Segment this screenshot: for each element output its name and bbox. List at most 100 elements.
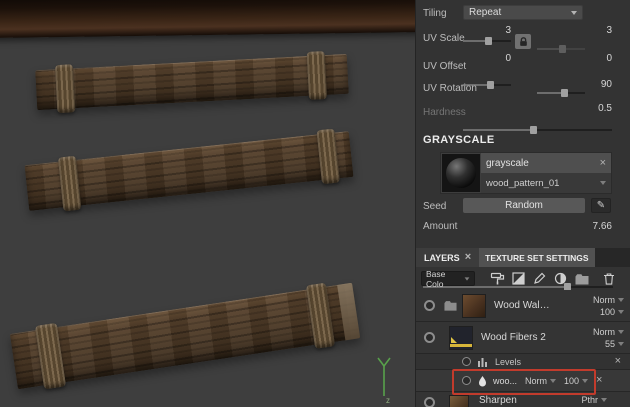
tab-texture-set-label: TEXTURE SET SETTINGS [485, 253, 588, 263]
opacity-dropdown[interactable]: 55 [605, 339, 624, 349]
blend-mode-dropdown[interactable]: Pthr [581, 395, 607, 405]
pencil-icon: ✎ [597, 200, 605, 211]
blend-mode-value: Norm [593, 295, 615, 305]
layer-row-sharpen[interactable]: Sharpen Pthr [416, 392, 630, 407]
uv-offset-y-value[interactable]: 0 [584, 53, 612, 64]
opacity-dropdown[interactable]: 100 [564, 376, 588, 386]
grayscale-resource-box: grayscale × wood_pattern_01 [440, 152, 612, 194]
blend-mode-dropdown[interactable]: Norm [593, 295, 624, 305]
rope-wrap [307, 51, 327, 100]
folder-icon [443, 299, 458, 312]
add-fill-layer-button[interactable] [510, 270, 527, 287]
amount-label: Amount [423, 221, 457, 232]
add-mask-button[interactable] [552, 270, 569, 287]
grayscale-slot-label: grayscale [486, 158, 529, 169]
lock-icon [518, 36, 529, 47]
amount-value[interactable]: 7.66 [566, 221, 612, 232]
chevron-down-icon [601, 398, 607, 402]
dock-tab-bar: LAYERS × TEXTURE SET SETTINGS [416, 248, 630, 267]
effect-row-woo[interactable]: woo... Norm 100 × [416, 370, 630, 392]
chevron-down-icon [618, 310, 624, 314]
opacity-value: 100 [600, 307, 615, 317]
add-group-button[interactable] [573, 270, 590, 287]
delete-layer-button[interactable] [600, 270, 617, 287]
hardness-label: Hardness [423, 107, 466, 118]
visibility-toggle[interactable] [424, 332, 435, 343]
hardness-value: 0.5 [566, 103, 612, 114]
fill-layer-icon [511, 271, 526, 286]
properties-panel: Tiling Repeat UV Scale 3 3 UV Offset 0 0… [415, 0, 630, 407]
axis-z-label: z [386, 396, 390, 404]
tab-texture-set-settings[interactable]: TEXTURE SET SETTINGS [479, 248, 594, 267]
grayscale-resource-row[interactable]: wood_pattern_01 [481, 173, 611, 193]
uv-scale-label: UV Scale [423, 33, 465, 44]
layer-name: Wood Walnut [494, 300, 552, 311]
uv-rotation-slider[interactable] [463, 126, 612, 134]
uv-scale-x-value[interactable]: 3 [463, 25, 511, 36]
blend-mode-dropdown[interactable]: Norm [593, 327, 624, 337]
uv-rotation-value[interactable]: 90 [566, 79, 612, 90]
visibility-toggle[interactable] [424, 397, 435, 407]
uv-rotation-label: UV Rotation [423, 83, 477, 94]
layers-toolbar: Base Colo [416, 267, 630, 290]
layers-list: Wood Walnut Norm 100 Wood Fibers 2 Norm [416, 290, 630, 407]
layer-name: Sharpen [479, 395, 517, 406]
layer-thumbnail[interactable] [462, 294, 486, 318]
channel-dropdown[interactable]: Base Colo [421, 271, 475, 286]
seed-random-button[interactable]: Random [463, 198, 585, 213]
close-icon[interactable]: × [596, 375, 602, 386]
layer-row-wood-fibers-2[interactable]: Wood Fibers 2 Norm 55 [416, 322, 630, 354]
blend-mode-dropdown[interactable]: Norm [525, 376, 556, 386]
chevron-down-icon [571, 11, 577, 15]
chevron-down-icon [618, 298, 624, 302]
chevron-down-icon [618, 330, 624, 334]
axis-gizmo[interactable]: z [364, 350, 404, 404]
chevron-down-icon [550, 379, 556, 383]
uv-scale-y-value: 3 [584, 25, 612, 36]
uv-scale-lock-button[interactable] [515, 34, 531, 49]
opacity-dropdown[interactable]: 100 [600, 307, 624, 317]
material-sphere-preview [446, 158, 476, 188]
paint-drop-icon [477, 375, 488, 387]
ceiling-wood-beam [0, 0, 415, 38]
uv-offset-x-value[interactable]: 0 [463, 53, 511, 64]
seed-edit-button[interactable]: ✎ [591, 198, 611, 213]
grayscale-thumbnail[interactable] [442, 154, 480, 192]
rope-wrap [55, 64, 75, 113]
layer-name: Wood Fibers 2 [481, 332, 546, 343]
add-effect-button[interactable] [531, 270, 548, 287]
layer-thumbnail[interactable] [449, 326, 473, 350]
blend-mode-value: Norm [593, 327, 615, 337]
seed-label: Seed [423, 201, 446, 212]
layer-row-wood-walnut[interactable]: Wood Walnut Norm 100 [416, 290, 630, 322]
wood-plank-2 [24, 131, 353, 211]
blend-mode-value: Pthr [581, 395, 598, 405]
uv-offset-y-slider[interactable] [537, 89, 585, 97]
paint-roller-icon [490, 271, 505, 286]
tiling-dropdown[interactable]: Repeat [463, 5, 583, 20]
close-icon[interactable]: × [465, 252, 471, 263]
plank-wood-surface [35, 54, 349, 110]
wood-plank-3 [10, 283, 360, 390]
uv-scale-y-slider [537, 45, 585, 53]
levels-histogram-icon [477, 357, 489, 367]
wood-plank-1 [35, 54, 349, 110]
tab-layers-label: LAYERS [424, 253, 460, 263]
chevron-down-icon [465, 277, 470, 280]
visibility-toggle[interactable] [462, 357, 471, 366]
visibility-toggle[interactable] [424, 300, 435, 311]
viewport-3d[interactable]: z [0, 0, 415, 407]
opacity-value: 55 [605, 339, 615, 349]
close-icon[interactable]: × [615, 356, 621, 367]
uv-offset-label: UV Offset [423, 61, 466, 72]
grayscale-slot-row[interactable]: grayscale × [481, 153, 611, 173]
add-paint-layer-button[interactable] [489, 270, 506, 287]
trash-icon [602, 272, 616, 286]
close-icon[interactable]: × [600, 158, 606, 169]
visibility-toggle[interactable] [462, 376, 471, 385]
effect-row-levels[interactable]: Levels × [416, 354, 630, 370]
layer-thumbnail[interactable] [449, 395, 469, 407]
uv-scale-x-slider[interactable] [463, 37, 511, 45]
folder-icon [574, 272, 590, 286]
tab-layers[interactable]: LAYERS × [416, 248, 479, 267]
